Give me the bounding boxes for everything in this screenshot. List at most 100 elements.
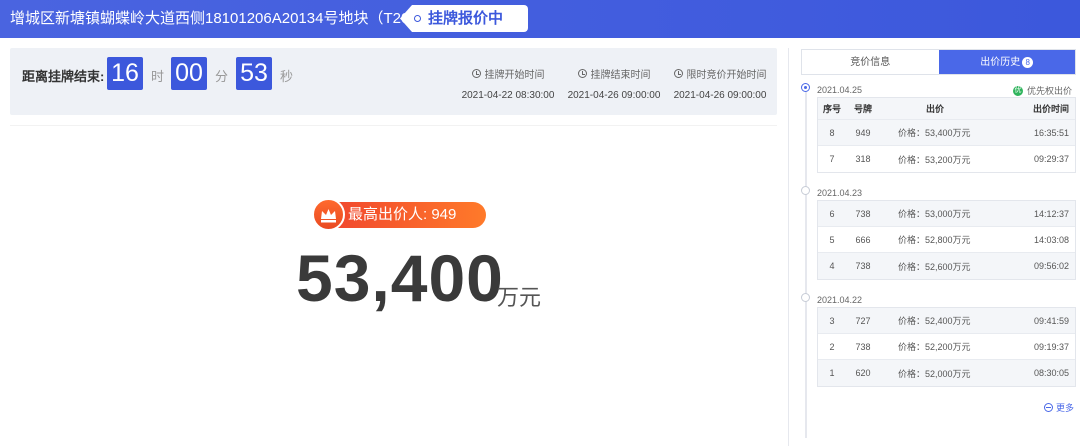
timed-bid-start-value: 2021-04-26 09:00:00 (673, 90, 767, 101)
timeline-dot (801, 186, 810, 195)
listing-start-value: 2021-04-22 08:30:00 (461, 90, 555, 101)
timed-bid-start-time: 限时竞价开始时间 2021-04-26 09:00:00 (670, 66, 770, 101)
tag-hole-icon (414, 15, 421, 22)
row-price: 价格：53,200万元 (898, 154, 971, 165)
table-row: 7 318 价格：53,200万元 09:29:37 (818, 146, 1075, 172)
tab-bid-history[interactable]: 出价历史 8 (938, 50, 1075, 74)
row-time: 08:30:05 (1033, 368, 1069, 378)
header-plate: 号牌 (853, 104, 872, 114)
table-header: 序号 号牌 出价 出价时间 (818, 98, 1075, 120)
listing-end-value: 2021-04-26 09:00:00 (567, 90, 661, 101)
row-seq: 3 (829, 315, 835, 326)
timeline-dot (801, 293, 810, 302)
tab-bid-history-label: 出价历史 (980, 57, 1021, 68)
table-row: 1 620 价格：52,000万元 08:30:05 (818, 360, 1075, 386)
group-date: 2021.04.22 (817, 295, 863, 305)
row-seq: 7 (829, 154, 835, 164)
row-price: 价格：52,800万元 (898, 235, 971, 245)
priority-bid-legend: 优 优先权出价 (1012, 84, 1072, 97)
collapse-circle-icon (1043, 403, 1053, 412)
table-row: 8 949 价格：53,400万元 16:35:51 (818, 120, 1075, 146)
row-price: 价格：52,400万元 (898, 316, 971, 326)
crown-icon-graphic (321, 209, 336, 223)
row-time: 14:12:37 (1033, 208, 1069, 219)
more-label: 更多 (1055, 403, 1074, 413)
bid-panel: 竞价信息 出价历史 8 优 优先权出价 2021.04.25 序号 号牌 出价 出… (788, 48, 1080, 446)
clock-icon (471, 69, 481, 78)
clock-icon (673, 69, 683, 78)
row-seq: 2 (829, 341, 835, 352)
hours-unit: 时 (151, 69, 165, 84)
row-time: 14:03:08 (1033, 234, 1069, 245)
row-plate: 727 (855, 315, 871, 326)
row-seq: 6 (829, 208, 835, 219)
row-price: 价格：53,400万元 (898, 128, 971, 138)
bid-table: 6 738 价格：53,000万元 14:12:37 5 666 价格：52,8… (817, 200, 1076, 280)
row-plate: 949 (855, 127, 871, 138)
bid-table: 序号 号牌 出价 出价时间 8 949 价格：53,400万元 16:35:51… (817, 97, 1076, 173)
row-price: 价格：52,600万元 (898, 261, 971, 272)
row-time: 09:19:37 (1033, 341, 1069, 352)
header-time: 出价时间 (1032, 104, 1069, 114)
row-seq: 4 (829, 261, 835, 271)
countdown-seconds: 53 (236, 57, 272, 90)
priority-label: 优先权出价 (1026, 86, 1072, 96)
row-time: 09:41:59 (1033, 315, 1069, 326)
countdown-label: 距离挂牌结束: (22, 69, 105, 84)
table-row: 5 666 价格：52,800万元 14:03:08 (818, 227, 1075, 253)
row-seq: 1 (829, 368, 835, 378)
timed-bid-start-label: 限时竞价开始时间 (686, 70, 767, 81)
highest-price: 53,400 (296, 241, 504, 315)
row-plate: 318 (855, 154, 871, 164)
priority-icon: 优 (1012, 85, 1023, 96)
listing-start-time: 挂牌开始时间 2021-04-22 08:30:00 (458, 66, 558, 101)
row-plate: 620 (855, 368, 871, 378)
minutes-unit: 分 (215, 69, 229, 84)
seconds-unit: 秒 (280, 69, 294, 84)
history-count-badge: 8 (1022, 56, 1034, 68)
timeline-dot (801, 83, 810, 92)
countdown-minutes: 00 (171, 57, 207, 90)
listing-end-time: 挂牌结束时间 2021-04-26 09:00:00 (564, 66, 664, 101)
group-date: 2021.04.25 (817, 85, 863, 95)
group-date: 2021.04.23 (817, 188, 863, 198)
top-header: 增城区新塘镇蝴蝶岭大道西侧18101206A20134号地块（T2021-322… (0, 0, 1080, 38)
tab-bid-info[interactable]: 竞价信息 (802, 50, 939, 74)
countdown-bar: 距离挂牌结束: 16 时 00 分 53 秒 挂牌开始时间 2021-04-22… (10, 48, 777, 115)
status-tag-label: 挂牌报价中 (428, 10, 504, 27)
highest-price-unit: 万元 (497, 285, 542, 310)
table-row: 6 738 价格：53,000万元 14:12:37 (818, 201, 1075, 227)
row-time: 09:56:02 (1033, 261, 1069, 271)
bid-table: 3 727 价格：52,400万元 09:41:59 2 738 价格：52,2… (817, 307, 1076, 387)
highest-bidder-number: 949 (431, 206, 457, 223)
highest-bidder-pill: 最高出价人: 949 (324, 202, 486, 228)
clock-icon (577, 69, 587, 78)
crown-icon (312, 198, 345, 231)
header-seq: 序号 (822, 104, 841, 114)
bid-tabs: 竞价信息 出价历史 8 (801, 49, 1076, 75)
row-time: 16:35:51 (1033, 127, 1069, 138)
table-row: 4 738 价格：52,600万元 09:56:02 (818, 253, 1075, 279)
row-plate: 738 (855, 261, 871, 271)
row-time: 09:29:37 (1033, 154, 1069, 164)
header-price: 出价 (925, 104, 944, 114)
divider (10, 125, 777, 126)
row-plate: 738 (855, 341, 871, 352)
row-seq: 5 (829, 234, 835, 245)
more-link[interactable]: 更多 (1043, 401, 1074, 414)
timeline-line (805, 88, 807, 438)
listing-start-label: 挂牌开始时间 (484, 70, 545, 81)
countdown-hours: 16 (107, 57, 143, 90)
row-price: 价格：52,000万元 (898, 368, 971, 379)
row-price: 价格：52,200万元 (898, 342, 971, 352)
highest-bidder-label: 最高出价人: (348, 206, 428, 223)
table-row: 2 738 价格：52,200万元 09:19:37 (818, 334, 1075, 360)
status-tag: 挂牌报价中 (400, 5, 528, 32)
tab-bid-info-label: 竞价信息 (850, 57, 891, 68)
table-row: 3 727 价格：52,400万元 09:41:59 (818, 308, 1075, 334)
row-plate: 666 (855, 234, 871, 245)
row-seq: 8 (829, 127, 835, 138)
row-plate: 738 (855, 208, 871, 219)
row-price: 价格：53,000万元 (898, 209, 971, 219)
listing-end-label: 挂牌结束时间 (590, 70, 651, 81)
